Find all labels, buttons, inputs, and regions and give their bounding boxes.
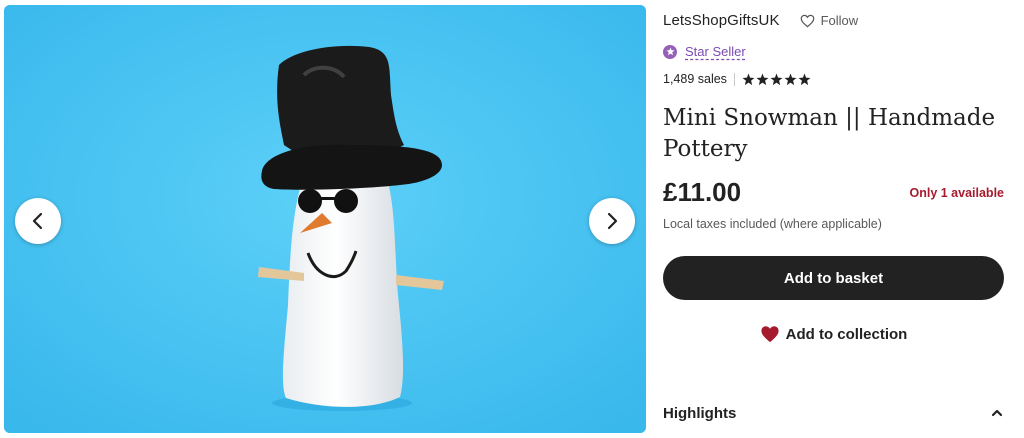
star-seller-label: Star Seller (685, 44, 746, 59)
star-icon (742, 73, 755, 85)
add-to-collection-button[interactable]: Add to collection (663, 318, 1004, 350)
follow-shop-button[interactable]: Follow (800, 13, 859, 28)
star-icon (784, 73, 797, 85)
product-image-gallery[interactable] (4, 5, 646, 433)
previous-image-button[interactable] (15, 198, 61, 244)
tax-note: Local taxes included (where applicable) (663, 217, 882, 231)
add-to-basket-button[interactable]: Add to basket (663, 256, 1004, 300)
product-image (4, 5, 646, 433)
add-to-collection-label: Add to collection (785, 325, 908, 343)
star-icon (756, 73, 769, 85)
star-icon (770, 73, 783, 85)
shop-name-link[interactable]: LetsShopGiftsUK (663, 12, 780, 29)
next-image-button[interactable] (589, 198, 635, 244)
sales-count: 1,489 sales (663, 72, 727, 86)
divider (733, 72, 735, 86)
heart-filled-icon (761, 326, 779, 343)
follow-label: Follow (820, 13, 859, 28)
star-seller-badge[interactable]: Star Seller (663, 44, 746, 59)
chevron-left-icon (32, 212, 43, 230)
shop-row: LetsShopGiftsUK Follow (663, 12, 858, 29)
listing-details-panel: LetsShopGiftsUK Follow Star Seller 1,489… (663, 0, 1004, 438)
sales-rating-row: 1,489 sales (663, 72, 811, 86)
chevron-up-icon (991, 409, 1003, 417)
listing-price: £11.00 (663, 177, 742, 207)
star-icon (798, 73, 811, 85)
highlights-section-toggle[interactable]: Highlights (663, 400, 1004, 426)
rating-stars[interactable] (742, 73, 811, 86)
heart-outline-icon (800, 14, 814, 27)
highlights-heading: Highlights (663, 404, 737, 422)
star-seller-badge-icon (663, 44, 677, 59)
chevron-right-icon (607, 212, 618, 230)
listing-title: Mini Snowman || Handmade Pottery (663, 105, 996, 162)
availability-status: Only 1 available (909, 186, 1005, 200)
